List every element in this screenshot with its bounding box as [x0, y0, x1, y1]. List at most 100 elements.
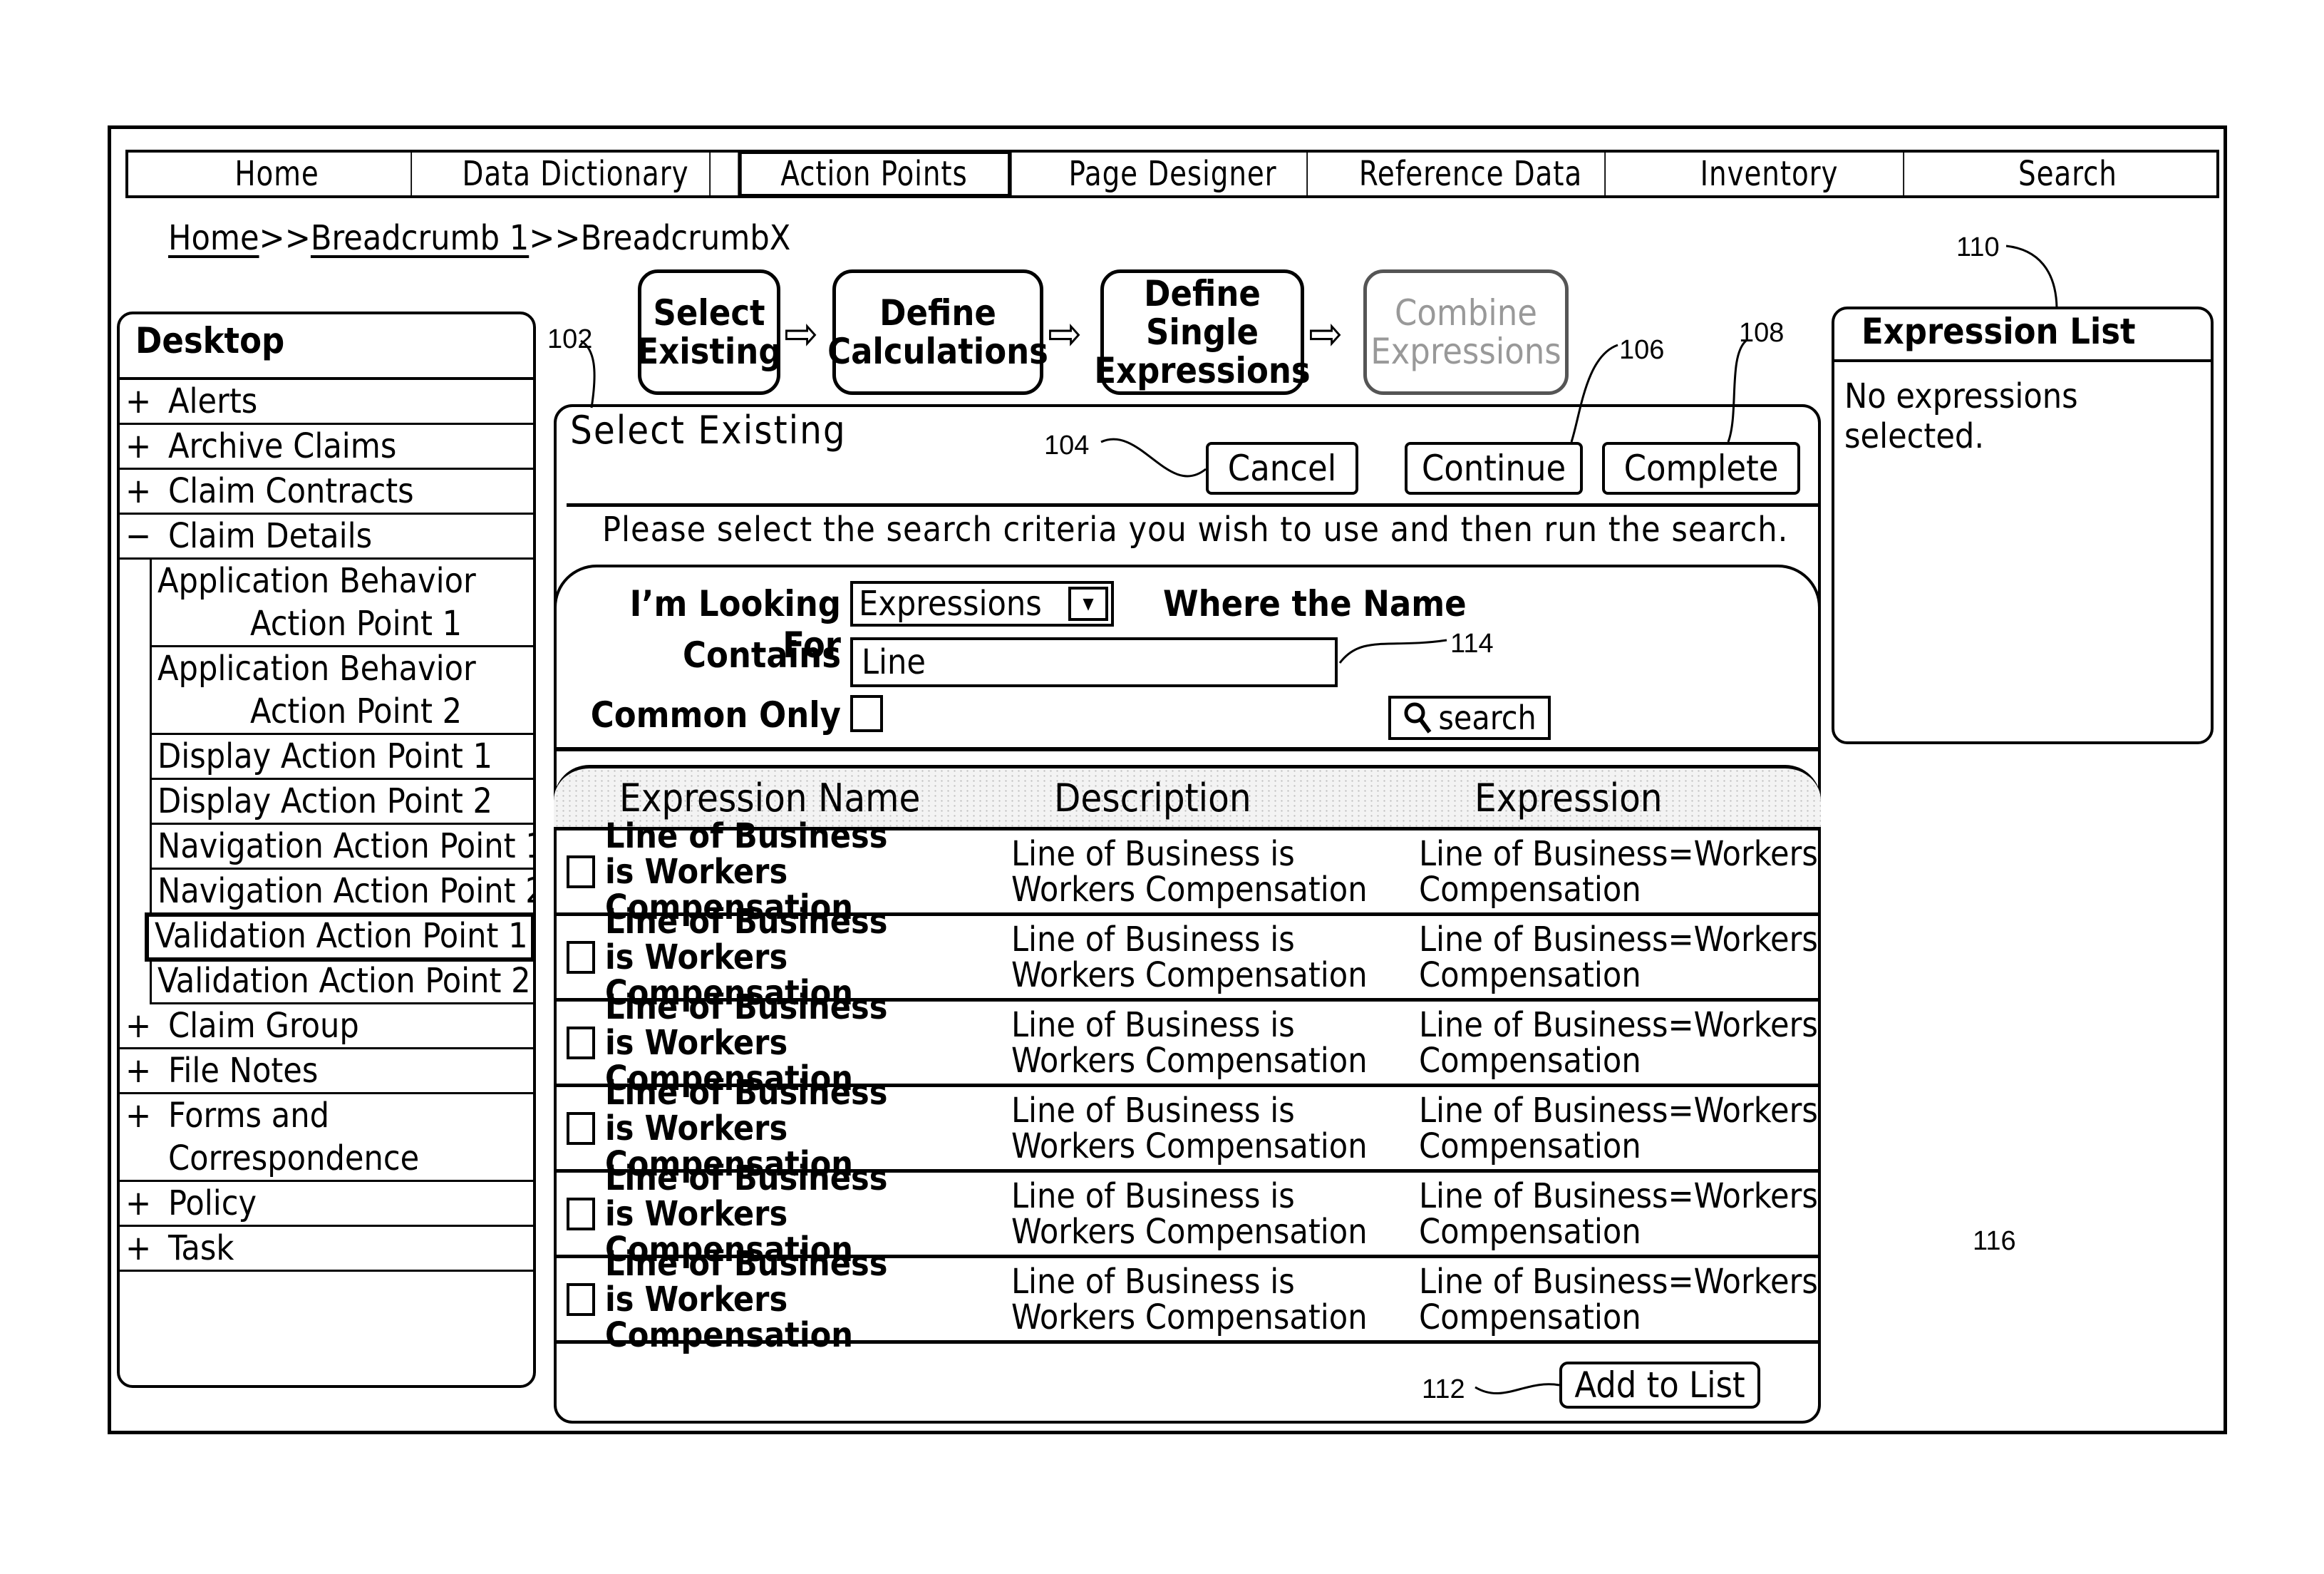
cell-line: Compensation [1419, 869, 1641, 910]
sidebar-subitem-label: Application Behavior [157, 649, 476, 689]
cell-line: Line of Business is [1011, 1004, 1295, 1045]
instructions-text: Please select the search criteria you wi… [602, 510, 1789, 550]
contains-input[interactable]: Line [850, 637, 1338, 687]
right-arrow-icon: ⇨ [784, 308, 819, 361]
ref-104: 104 [1044, 431, 1090, 461]
sidebar-subitem[interactable]: Display Action Point 2 [150, 780, 533, 825]
sidebar-subitem[interactable]: Navigation Action Point 2 [150, 870, 533, 915]
cancel-button[interactable]: Cancel [1206, 442, 1358, 495]
sidebar-item[interactable]: + Claim Contracts [120, 470, 533, 515]
row-checkbox[interactable] [567, 940, 595, 974]
cell-line: Line of Business is [1011, 919, 1295, 960]
cell-line: Line of Business is [1011, 1261, 1295, 1302]
step-select-existing[interactable]: Select Existing [636, 269, 782, 395]
row-checkbox[interactable] [567, 1111, 595, 1145]
sidebar-item[interactable]: + Forms and Correspondence [120, 1094, 533, 1182]
step-label: Single [1146, 312, 1259, 353]
expand-plus-icon[interactable]: + [125, 380, 168, 423]
sidebar-subitem-label: Validation Action Point 2 [157, 961, 531, 1001]
sidebar-item-label: Archive Claims [168, 426, 397, 466]
expand-plus-icon[interactable]: + [125, 470, 168, 513]
table-row[interactable]: Line of Business is Workers Compensation L… [554, 1246, 1821, 1353]
step-label: Combine [1394, 292, 1537, 334]
cell-line: Line of Business [605, 901, 888, 942]
cell-line: Line of Business=Workers [1419, 1261, 1818, 1302]
sidebar-item[interactable]: + Claim Group [120, 1004, 533, 1049]
right-arrow-icon: ⇨ [1048, 308, 1083, 361]
sidebar-subitem-label: Display Action Point 1 [157, 736, 492, 776]
description-cell: Line of Business is Workers Compensation [1011, 836, 1419, 907]
cell-line: Compensation [1419, 955, 1641, 995]
sidebar-subitem[interactable]: Application Behavior Action Point 2 [150, 647, 533, 735]
breadcrumb-home[interactable]: Home [168, 218, 259, 258]
search-label: search [1438, 699, 1537, 737]
tab-reference-data[interactable]: Reference Data [1337, 153, 1606, 195]
tab-data-dictionary[interactable]: Data Dictionary [442, 153, 711, 195]
top-nav: Home Data Dictionary Action Points Page … [125, 150, 2219, 198]
cell-line: Workers Compensation [1011, 1040, 1368, 1081]
breadcrumb-separator: >> [529, 218, 581, 258]
row-checkbox[interactable] [567, 1197, 595, 1230]
expand-plus-icon[interactable]: + [125, 1094, 168, 1137]
collapse-minus-icon[interactable]: − [125, 515, 168, 557]
cell-line: Line of Business=Workers [1419, 1176, 1818, 1216]
row-checkbox[interactable] [567, 1026, 595, 1059]
tab-action-points[interactable]: Action Points [738, 150, 1012, 198]
complete-button[interactable]: Complete [1602, 442, 1800, 495]
sidebar-item[interactable]: + Task [120, 1227, 533, 1272]
tab-inventory[interactable]: Inventory [1636, 153, 1905, 195]
expression-cell: Line of Business=Workers Compensation [1419, 922, 1818, 993]
breadcrumb-separator: >> [259, 218, 311, 258]
sidebar-item-label-line2: Correspondence [168, 1138, 420, 1178]
sidebar-item[interactable]: + Archive Claims [120, 425, 533, 470]
sidebar-item[interactable]: + Alerts [120, 380, 533, 425]
expand-plus-icon[interactable]: + [125, 1182, 168, 1225]
expand-plus-icon[interactable]: + [125, 1004, 168, 1047]
search-button[interactable]: search [1388, 696, 1551, 740]
input-value: Line [862, 642, 926, 682]
tab-search[interactable]: Search [1934, 153, 2201, 195]
ref-112: 112 [1422, 1374, 1465, 1404]
row-checkbox[interactable] [567, 1282, 595, 1316]
cell-line: Workers Compensation [1011, 955, 1368, 995]
expand-plus-icon[interactable]: + [125, 1049, 168, 1092]
sidebar-subitem-selected[interactable]: Validation Action Point 1 [145, 912, 533, 962]
ref-108: 108 [1739, 318, 1785, 348]
description-cell: Line of Business is Workers Compensation [1011, 1264, 1419, 1335]
sidebar-item-label: File Notes [168, 1051, 319, 1091]
where-the-name-label: Where the Name [1163, 583, 1467, 624]
expand-plus-icon[interactable]: + [125, 425, 168, 468]
sidebar-item[interactable]: + File Notes [120, 1049, 533, 1094]
col-expression[interactable]: Expression [1475, 776, 1663, 821]
looking-for-select[interactable]: Expressions ▼ [850, 581, 1114, 627]
sidebar-subitem[interactable]: Validation Action Point 2 [150, 960, 533, 1004]
cell-line: Workers Compensation [1011, 869, 1368, 910]
expression-cell: Line of Business=Workers Compensation [1419, 1007, 1818, 1079]
add-to-list-button[interactable]: Add to List [1559, 1362, 1760, 1409]
tab-page-designer[interactable]: Page Designer [1039, 153, 1308, 195]
row-checkbox[interactable] [567, 855, 595, 888]
chevron-down-icon[interactable]: ▼ [1068, 587, 1108, 621]
col-expression-name[interactable]: Expression Name [619, 776, 1011, 821]
sidebar-subitem[interactable]: Display Action Point 1 [150, 735, 533, 780]
step-define-single-expressions[interactable]: Define Single Expressions [1094, 269, 1311, 395]
sidebar-item[interactable]: − Claim Details [120, 515, 533, 560]
continue-button[interactable]: Continue [1405, 442, 1583, 495]
breadcrumb-1[interactable]: Breadcrumb 1 [311, 218, 529, 258]
tab-home[interactable]: Home [143, 153, 412, 195]
expression-cell: Line of Business=Workers Compensation [1419, 836, 1818, 907]
step-define-calculations[interactable]: Define Calculations [827, 269, 1048, 395]
desktop-sidebar: Desktop + Alerts + Archive Claims + Claim Con… [117, 312, 536, 1388]
panel-title: Select Existing [570, 408, 847, 453]
sidebar-item[interactable]: + Policy [120, 1182, 533, 1227]
col-description[interactable]: Description [1054, 776, 1396, 821]
sidebar-subitem[interactable]: Navigation Action Point 1 [150, 825, 533, 870]
common-only-checkbox[interactable] [850, 695, 883, 732]
cell-line: Line of Business [605, 987, 888, 1027]
expand-plus-icon[interactable]: + [125, 1227, 168, 1270]
expression-list-empty-text: No expressions selected. [1844, 376, 2078, 456]
description-cell: Line of Business is Workers Compensation [1011, 922, 1419, 993]
cell-line: Compensation [1419, 1040, 1641, 1081]
sidebar-subitem-label: Display Action Point 2 [157, 781, 492, 821]
sidebar-subitem[interactable]: Application Behavior Action Point 1 [150, 560, 533, 647]
